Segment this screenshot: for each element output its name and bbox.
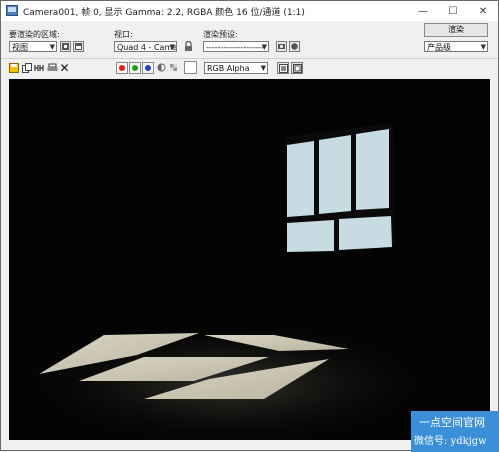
production-dropdown-value: 产品级	[427, 43, 451, 52]
channel-display-value: RGB Alpha	[207, 64, 250, 73]
clear-icon: ✕	[59, 60, 70, 75]
maximize-button[interactable]: ☐	[438, 1, 468, 21]
toggle-ui-button[interactable]	[277, 62, 289, 74]
rendered-scene-image	[9, 79, 490, 440]
window-title: Camera001, 帧 0, 显示 Gamma: 2.2, RGBA 颜色 1…	[23, 8, 305, 18]
viewport-label: 视口:	[114, 30, 133, 39]
title-bar: Camera001, 帧 0, 显示 Gamma: 2.2, RGBA 颜色 1…	[1, 1, 498, 21]
save-image-button[interactable]	[8, 62, 19, 73]
area-dropdown[interactable]: 视图 ▼	[9, 41, 57, 52]
channel-display-dropdown[interactable]: RGB Alpha ▼	[204, 62, 268, 74]
app-icon	[6, 5, 18, 16]
environment-button[interactable]	[289, 41, 300, 52]
save-icon	[8, 62, 19, 73]
render-frame-window: Camera001, 帧 0, 显示 Gamma: 2.2, RGBA 颜色 1…	[0, 0, 499, 452]
frame-icon	[292, 63, 302, 73]
region-icon	[62, 43, 69, 50]
preset-dropdown-value: --------------------	[206, 43, 264, 52]
chevron-down-icon: ▼	[480, 43, 486, 51]
close-button[interactable]: ✕	[468, 1, 498, 21]
chevron-down-icon: ▼	[169, 43, 175, 51]
alpha-toggle-button[interactable]	[168, 62, 179, 73]
edit-region-button[interactable]	[60, 41, 71, 52]
auto-region-button[interactable]	[73, 41, 84, 52]
clone-frame-button[interactable]	[34, 62, 45, 73]
viewport-dropdown[interactable]: Quad 4 - Camera( ▼	[114, 41, 177, 52]
watermark-line2: 微信号: ydkjgw	[414, 436, 487, 447]
checker-icon	[170, 64, 177, 71]
viewport-dropdown-value: Quad 4 - Camera(	[117, 43, 177, 52]
green-channel-toggle[interactable]	[129, 62, 141, 74]
lock-button[interactable]	[184, 40, 194, 52]
chevron-down-icon: ▼	[49, 43, 55, 51]
production-dropdown[interactable]: 产品级 ▼	[424, 41, 488, 52]
copy-icon	[21, 62, 32, 73]
render-viewport[interactable]	[9, 79, 490, 440]
preset-dropdown[interactable]: -------------------- ▼	[203, 41, 269, 52]
green-channel-icon	[132, 65, 138, 71]
minimize-button[interactable]: —	[408, 1, 438, 21]
area-label: 要渲染的区域:	[9, 30, 60, 39]
auto-region-icon	[75, 43, 82, 50]
half-circle-icon	[157, 63, 166, 72]
red-channel-icon	[119, 65, 125, 71]
render-button[interactable]: 渲染	[424, 23, 488, 37]
image-toolbar: ✕ RGB Alpha ▼	[1, 58, 498, 77]
chevron-down-icon: ▼	[260, 64, 266, 72]
watermark-line1: 一点空间官网	[419, 416, 485, 429]
watermark-badge: 一点空间官网 微信号: ydkjgw	[411, 411, 499, 452]
red-channel-toggle[interactable]	[116, 62, 128, 74]
print-icon	[47, 63, 58, 71]
copy-image-button[interactable]	[21, 62, 32, 73]
render-setup-button[interactable]	[276, 41, 287, 52]
mono-display-button[interactable]	[156, 62, 167, 73]
render-setup-icon	[278, 44, 285, 49]
preset-label: 渲染预设:	[203, 30, 238, 39]
clone-icon	[34, 64, 44, 71]
render-settings-toolbar: 要渲染的区域: 视图 ▼ 视口: Quad 4 - Camera( ▼ 渲染预设…	[1, 21, 498, 57]
area-dropdown-value: 视图	[12, 43, 28, 52]
chevron-down-icon: ▼	[261, 43, 267, 51]
minimize-icon: —	[418, 5, 428, 17]
maximize-icon: ☐	[448, 5, 458, 17]
color-swatch[interactable]	[184, 61, 197, 74]
teapot-icon	[291, 43, 298, 50]
print-button[interactable]	[47, 62, 58, 73]
blue-channel-icon	[145, 65, 151, 71]
panel-icon	[278, 63, 288, 73]
close-icon: ✕	[478, 5, 488, 17]
clear-button[interactable]: ✕	[59, 60, 70, 75]
lock-icon	[185, 40, 192, 51]
toggle-overlay-button[interactable]	[291, 62, 303, 74]
blue-channel-toggle[interactable]	[142, 62, 154, 74]
